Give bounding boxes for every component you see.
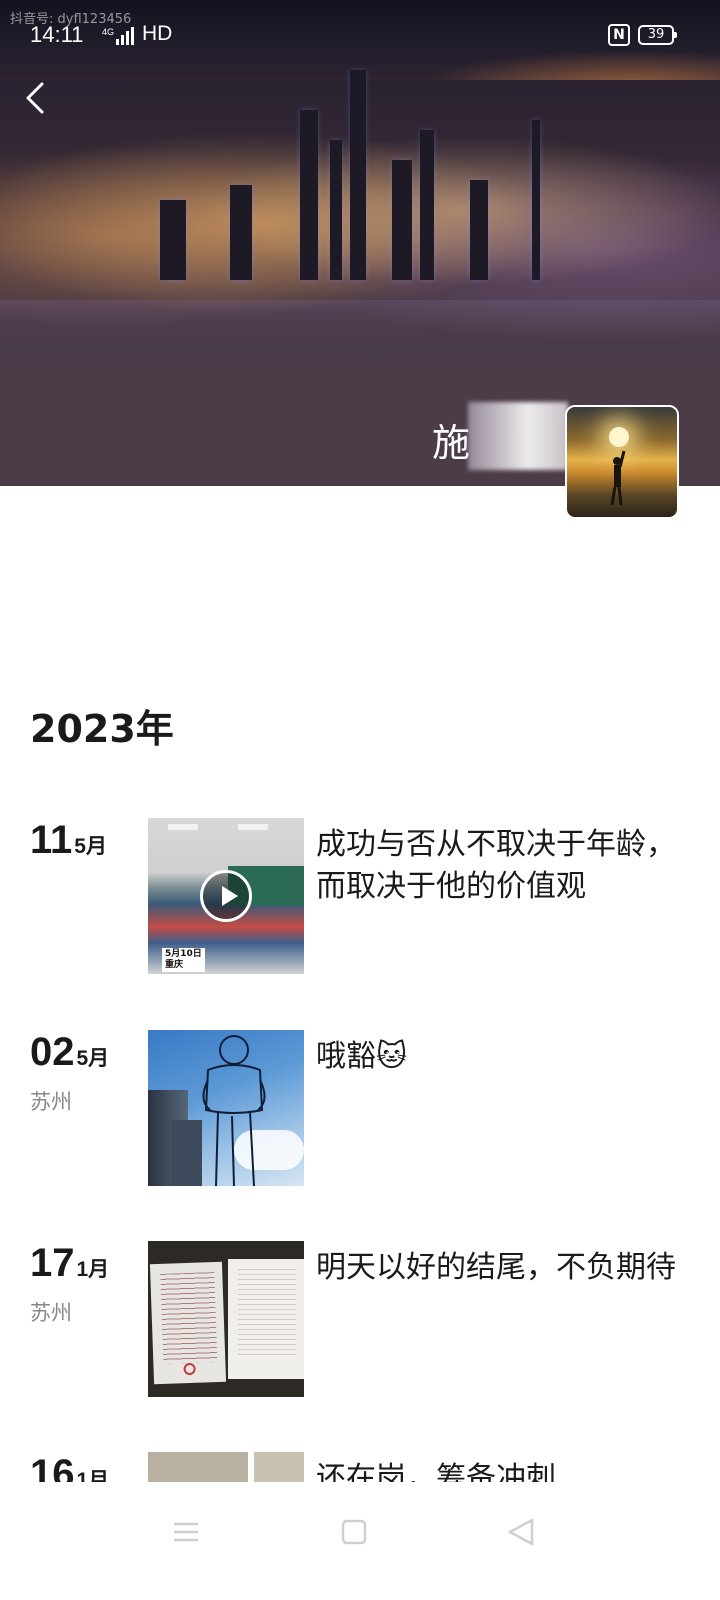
timeline-post[interactable]: 025月 苏州 哦豁🐱 <box>0 1030 720 1190</box>
cover-river <box>0 300 720 340</box>
avatar[interactable] <box>565 405 679 519</box>
profile-name: 施 <box>432 421 471 465</box>
post-date: 171月 <box>30 1241 109 1286</box>
post-caption: 哦豁🐱 <box>316 1039 408 1074</box>
home-icon[interactable] <box>334 1512 374 1552</box>
skyscraper <box>350 70 366 280</box>
post-date: 161月 <box>30 1452 109 1482</box>
post-month: 1月 <box>76 1258 110 1281</box>
skyscraper <box>230 185 252 280</box>
post-location: 苏州 <box>30 1090 72 1114</box>
status-bar: 抖音号: dyfl123456 14:11 4G HD N 39 <box>0 0 720 70</box>
year-header: 2023年 <box>30 707 174 751</box>
post-month: 5月 <box>74 835 107 858</box>
ceiling-light <box>168 824 198 830</box>
post-month: 1月 <box>76 1469 110 1482</box>
skyscraper <box>300 110 318 280</box>
handwriting-lines <box>238 1269 296 1359</box>
post-thumbnail[interactable] <box>148 1452 304 1482</box>
system-nav-bar <box>0 1484 720 1600</box>
timeline-post[interactable]: 161月 还在岗，筹备冲刺 <box>0 1452 720 1482</box>
post-day: 17 <box>30 1241 75 1285</box>
avatar-person-silhouette <box>610 450 626 506</box>
post-date: 115月 <box>30 818 107 863</box>
paper-sheet <box>149 1261 227 1385</box>
handwriting-lines <box>160 1272 218 1364</box>
line-drawing-figure <box>202 1035 266 1186</box>
paper-sheet <box>228 1259 304 1379</box>
post-caption: 成功与否从不取决于年龄，而取决于他的价值观 <box>316 827 676 904</box>
skyscraper <box>392 160 412 280</box>
skyscraper <box>470 180 488 280</box>
battery-icon: 39 <box>638 25 677 45</box>
skyscraper <box>420 130 434 280</box>
post-date: 025月 <box>30 1030 109 1075</box>
nfc-icon: N <box>608 24 630 46</box>
red-stamp <box>183 1362 196 1376</box>
tv-tower <box>532 120 540 280</box>
post-day: 02 <box>30 1030 75 1074</box>
ceiling-light <box>238 824 268 830</box>
status-time: 14:11 <box>30 22 84 47</box>
post-day: 11 <box>30 818 73 862</box>
timeline-post[interactable]: 115月 5月10日 重庆 成功与否从不取决于年龄，而取决于他的价值观 <box>0 818 720 978</box>
post-thumbnail[interactable] <box>148 1241 304 1397</box>
hd-indicator: HD <box>142 22 173 45</box>
post-location: 苏州 <box>30 1301 72 1325</box>
signal-icon: 4G <box>102 27 134 45</box>
post-month: 5月 <box>76 1047 110 1070</box>
avatar-sun <box>609 427 629 447</box>
post-thumbnail[interactable]: 5月10日 重庆 <box>148 818 304 974</box>
skyscraper <box>330 140 342 280</box>
thumbnail-date-tag: 5月10日 重庆 <box>162 948 205 972</box>
back-icon[interactable] <box>502 1512 542 1552</box>
skyscraper <box>160 200 186 280</box>
post-caption: 明天以好的结尾，不负期待 <box>316 1250 676 1285</box>
svg-text:4G: 4G <box>102 27 114 37</box>
back-arrow-icon[interactable] <box>22 80 52 116</box>
post-caption: 还在岗，筹备冲刺 <box>316 1461 556 1482</box>
play-icon[interactable] <box>200 870 252 922</box>
timeline-post[interactable]: 171月 苏州 明天以好的结尾，不负期待 <box>0 1241 720 1401</box>
menu-icon[interactable] <box>166 1512 206 1552</box>
post-thumbnail[interactable] <box>148 1030 304 1186</box>
post-day: 16 <box>30 1452 75 1482</box>
name-redaction <box>468 402 568 470</box>
